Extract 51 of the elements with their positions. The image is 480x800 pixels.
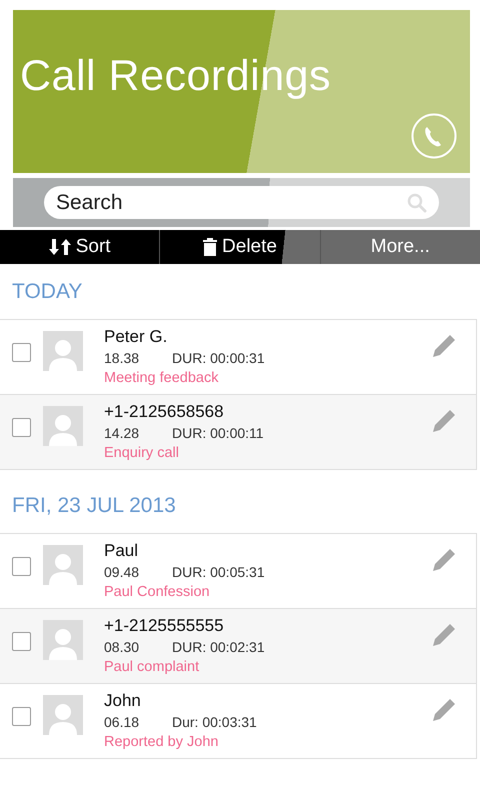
- delete-button[interactable]: Delete: [159, 230, 320, 264]
- recording-row[interactable]: John 06.18 Dur: 00:03:31 Reported by John: [0, 684, 477, 759]
- caller-name: Paul: [104, 540, 140, 562]
- pencil-icon[interactable]: [432, 546, 458, 572]
- search-field[interactable]: Search: [44, 186, 439, 219]
- section-heading: TODAY: [11, 279, 84, 305]
- call-time: 09.48: [104, 563, 140, 582]
- call-duration: DUR: 00:02:31: [172, 638, 265, 657]
- recording-row[interactable]: +1-2125555555 08.30 DUR: 00:02:31 Paul complaint: [0, 609, 477, 684]
- checkbox[interactable]: [12, 632, 31, 650]
- checkbox[interactable]: [12, 556, 31, 576]
- checkbox[interactable]: [12, 418, 31, 436]
- call-duration: DUR: 00:00:31: [172, 349, 265, 368]
- call-time: 06.18: [104, 713, 140, 732]
- recording-note: Paul complaint: [104, 658, 200, 677]
- checkbox[interactable]: [12, 342, 31, 362]
- trash-icon: [203, 238, 218, 256]
- sort-button[interactable]: Sort: [0, 230, 160, 264]
- app-title: Call Recordings: [20, 52, 332, 101]
- recording-note: Reported by John: [104, 733, 220, 752]
- caller-name: +1-2125555555: [104, 615, 225, 637]
- avatar-icon: [43, 545, 83, 585]
- avatar-icon: [43, 695, 83, 735]
- sort-icon: [48, 238, 71, 256]
- avatar-icon: [43, 406, 83, 446]
- recording-note: Meeting feedback: [104, 369, 220, 388]
- pencil-icon[interactable]: [432, 621, 458, 647]
- checkbox[interactable]: [12, 706, 31, 726]
- call-duration: Dur: 00:03:31: [172, 713, 257, 732]
- recording-row[interactable]: +1-2125658568 14.28 DUR: 00:00:11 Enquiry call: [0, 395, 477, 470]
- avatar-icon: [43, 620, 83, 660]
- avatar-icon: [43, 331, 83, 371]
- caller-name: John: [104, 690, 142, 712]
- pencil-icon[interactable]: [432, 407, 458, 433]
- more-button[interactable]: More...: [320, 230, 480, 264]
- section-heading: FRI, 23 JUL 2013: [11, 493, 177, 519]
- call-duration: DUR: 00:05:31: [172, 563, 265, 582]
- call-duration: DUR: 00:00:11: [172, 424, 264, 443]
- recording-note: Paul Confession: [104, 583, 211, 602]
- recording-row[interactable]: Peter G. 18.38 DUR: 00:00:31 Meeting feedback: [0, 320, 477, 395]
- search-icon: [407, 193, 427, 213]
- phone-icon: [411, 113, 457, 159]
- caller-name: Peter G.: [104, 326, 168, 348]
- call-time: 08.30: [104, 638, 140, 657]
- call-time: 18.38: [104, 349, 140, 368]
- pencil-icon[interactable]: [432, 696, 458, 722]
- recording-note: Enquiry call: [104, 444, 180, 463]
- caller-name: +1-2125658568: [104, 401, 225, 423]
- call-time: 14.28: [104, 424, 140, 443]
- pencil-icon[interactable]: [432, 332, 458, 358]
- recording-row[interactable]: Paul 09.48 DUR: 00:05:31 Paul Confession: [0, 534, 477, 609]
